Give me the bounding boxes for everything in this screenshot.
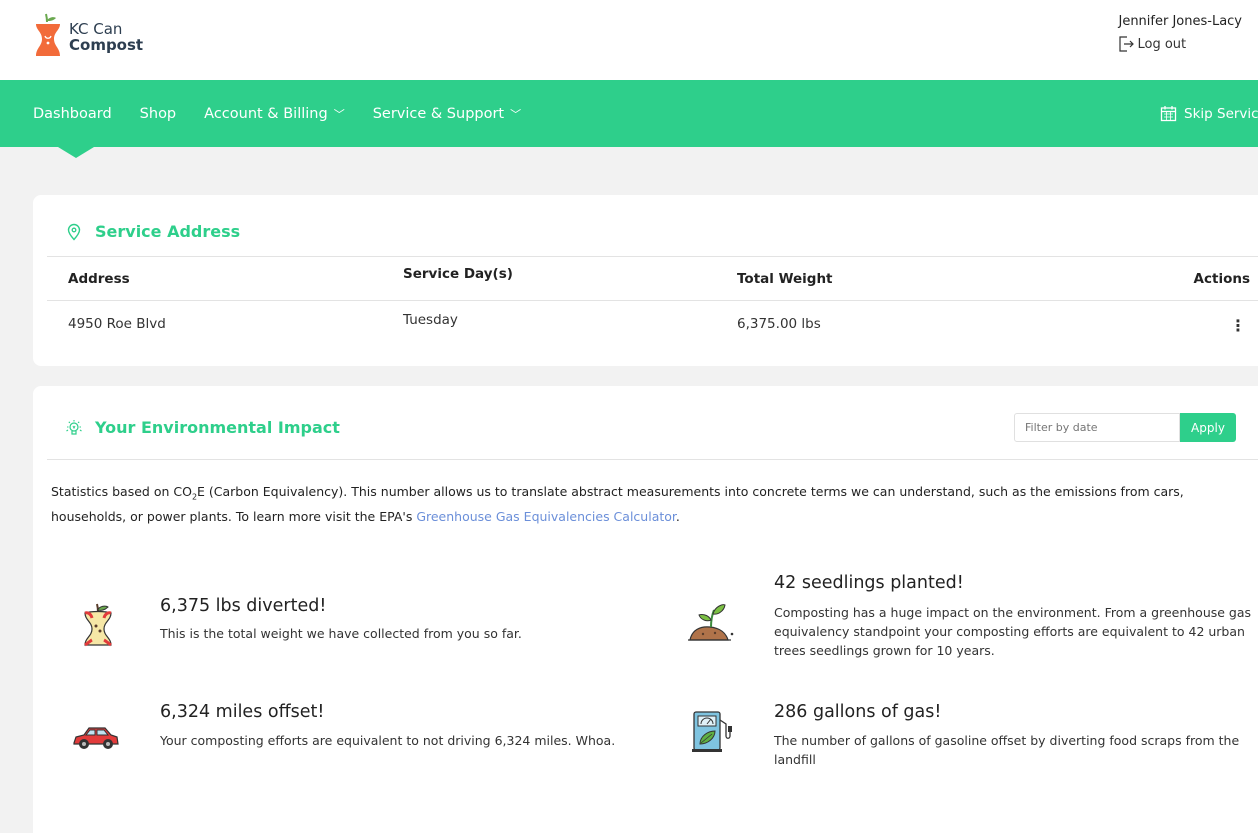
lightbulb-icon <box>66 419 82 435</box>
table-header-row: Address Service Day(s) Total Weight Acti… <box>47 256 1258 300</box>
chevron-down-icon: ﹀ <box>510 107 522 121</box>
nav-service-support[interactable]: Service & Support ﹀ <box>373 106 521 122</box>
calendar-icon <box>1160 106 1177 122</box>
nav-account-billing-label: Account & Billing <box>204 105 328 122</box>
apple-core-logo-icon <box>36 13 60 56</box>
environmental-impact-title-text: Your Environmental Impact <box>95 418 340 437</box>
logout-label: Log out <box>1137 36 1187 52</box>
main-nav: Dashboard Shop Account & Billing ﹀ Servic… <box>0 80 1258 147</box>
stat-text: Your composting efforts are equivalent t… <box>160 733 616 748</box>
service-address-title-text: Service Address <box>95 222 241 241</box>
impact-description: Statistics based on CO2E (Carbon Equival… <box>51 482 1231 526</box>
brand-line1: KC Can <box>69 20 123 38</box>
service-address-card: Service Address Address Service Day(s) T… <box>33 195 1258 366</box>
desc-end: . <box>675 508 680 524</box>
row-address: 4950 Roe Blvd <box>68 316 166 332</box>
active-nav-indicator <box>58 147 94 158</box>
stat-text: Composting has a huge impact on the envi… <box>774 605 1252 658</box>
stat-text: This is the total weight we have collect… <box>160 626 522 641</box>
apply-button[interactable]: Apply <box>1180 413 1236 442</box>
car-icon <box>73 727 119 749</box>
brand-logo[interactable]: KC Can Compost <box>33 12 143 62</box>
stat-title: 6,375 lbs diverted! <box>160 596 327 616</box>
top-header: KC Can Compost Jennifer Jones-Lacy Log o… <box>0 0 1258 80</box>
service-address-title: Service Address <box>65 222 240 241</box>
ghg-calculator-link[interactable]: Greenhouse Gas Equivalencies Calculator <box>416 509 676 524</box>
logout-link[interactable]: Log out <box>1118 35 1242 53</box>
filter-by-date-input[interactable] <box>1014 413 1180 442</box>
gas-pump-icon <box>692 711 732 752</box>
skip-service-button[interactable]: Skip Servic <box>1160 80 1258 147</box>
user-block: Jennifer Jones-Lacy Log out <box>1118 14 1242 53</box>
nav-account-billing[interactable]: Account & Billing ﹀ <box>204 106 345 122</box>
chevron-down-icon: ﹀ <box>333 107 345 121</box>
column-header-total-weight: Total Weight <box>737 271 833 287</box>
row-service-day: Tuesday <box>403 312 458 328</box>
apple-core-icon <box>84 603 112 647</box>
environmental-impact-title: Your Environmental Impact <box>65 418 340 437</box>
table-row: 4950 Roe Blvd Tuesday 6,375.00 lbs ⋮ <box>47 300 1258 344</box>
column-header-actions: Actions <box>1193 271 1250 287</box>
nav-dashboard-label: Dashboard <box>33 105 112 122</box>
stat-title: 42 seedlings planted! <box>774 573 964 593</box>
map-pin-icon <box>67 223 81 241</box>
stat-title: 6,324 miles offset! <box>160 702 325 722</box>
row-total-weight: 6,375.00 lbs <box>737 316 821 332</box>
divider <box>47 459 1258 460</box>
stat-text: The number of gallons of gasoline offset… <box>774 733 1240 767</box>
nav-shop-label: Shop <box>139 105 177 122</box>
logout-icon <box>1119 36 1135 52</box>
user-name: Jennifer Jones-Lacy <box>1118 14 1242 29</box>
nav-service-support-label: Service & Support <box>372 105 505 122</box>
service-address-table: Address Service Day(s) Total Weight Acti… <box>47 256 1258 344</box>
column-header-address: Address <box>68 271 130 287</box>
stat-title: 286 gallons of gas! <box>774 702 942 722</box>
environmental-impact-card: Your Environmental Impact Apply Statisti… <box>33 386 1258 833</box>
row-actions-menu-icon[interactable]: ⋮ <box>1230 316 1246 335</box>
desc-part1: Statistics based on CO <box>51 484 192 499</box>
seedling-icon <box>688 604 734 641</box>
column-header-service-day: Service Day(s) <box>403 266 513 282</box>
nav-shop[interactable]: Shop <box>140 106 176 122</box>
skip-service-label: Skip Servic <box>1184 105 1258 122</box>
brand-line2: Compost <box>69 36 144 54</box>
nav-dashboard[interactable]: Dashboard <box>33 106 112 122</box>
